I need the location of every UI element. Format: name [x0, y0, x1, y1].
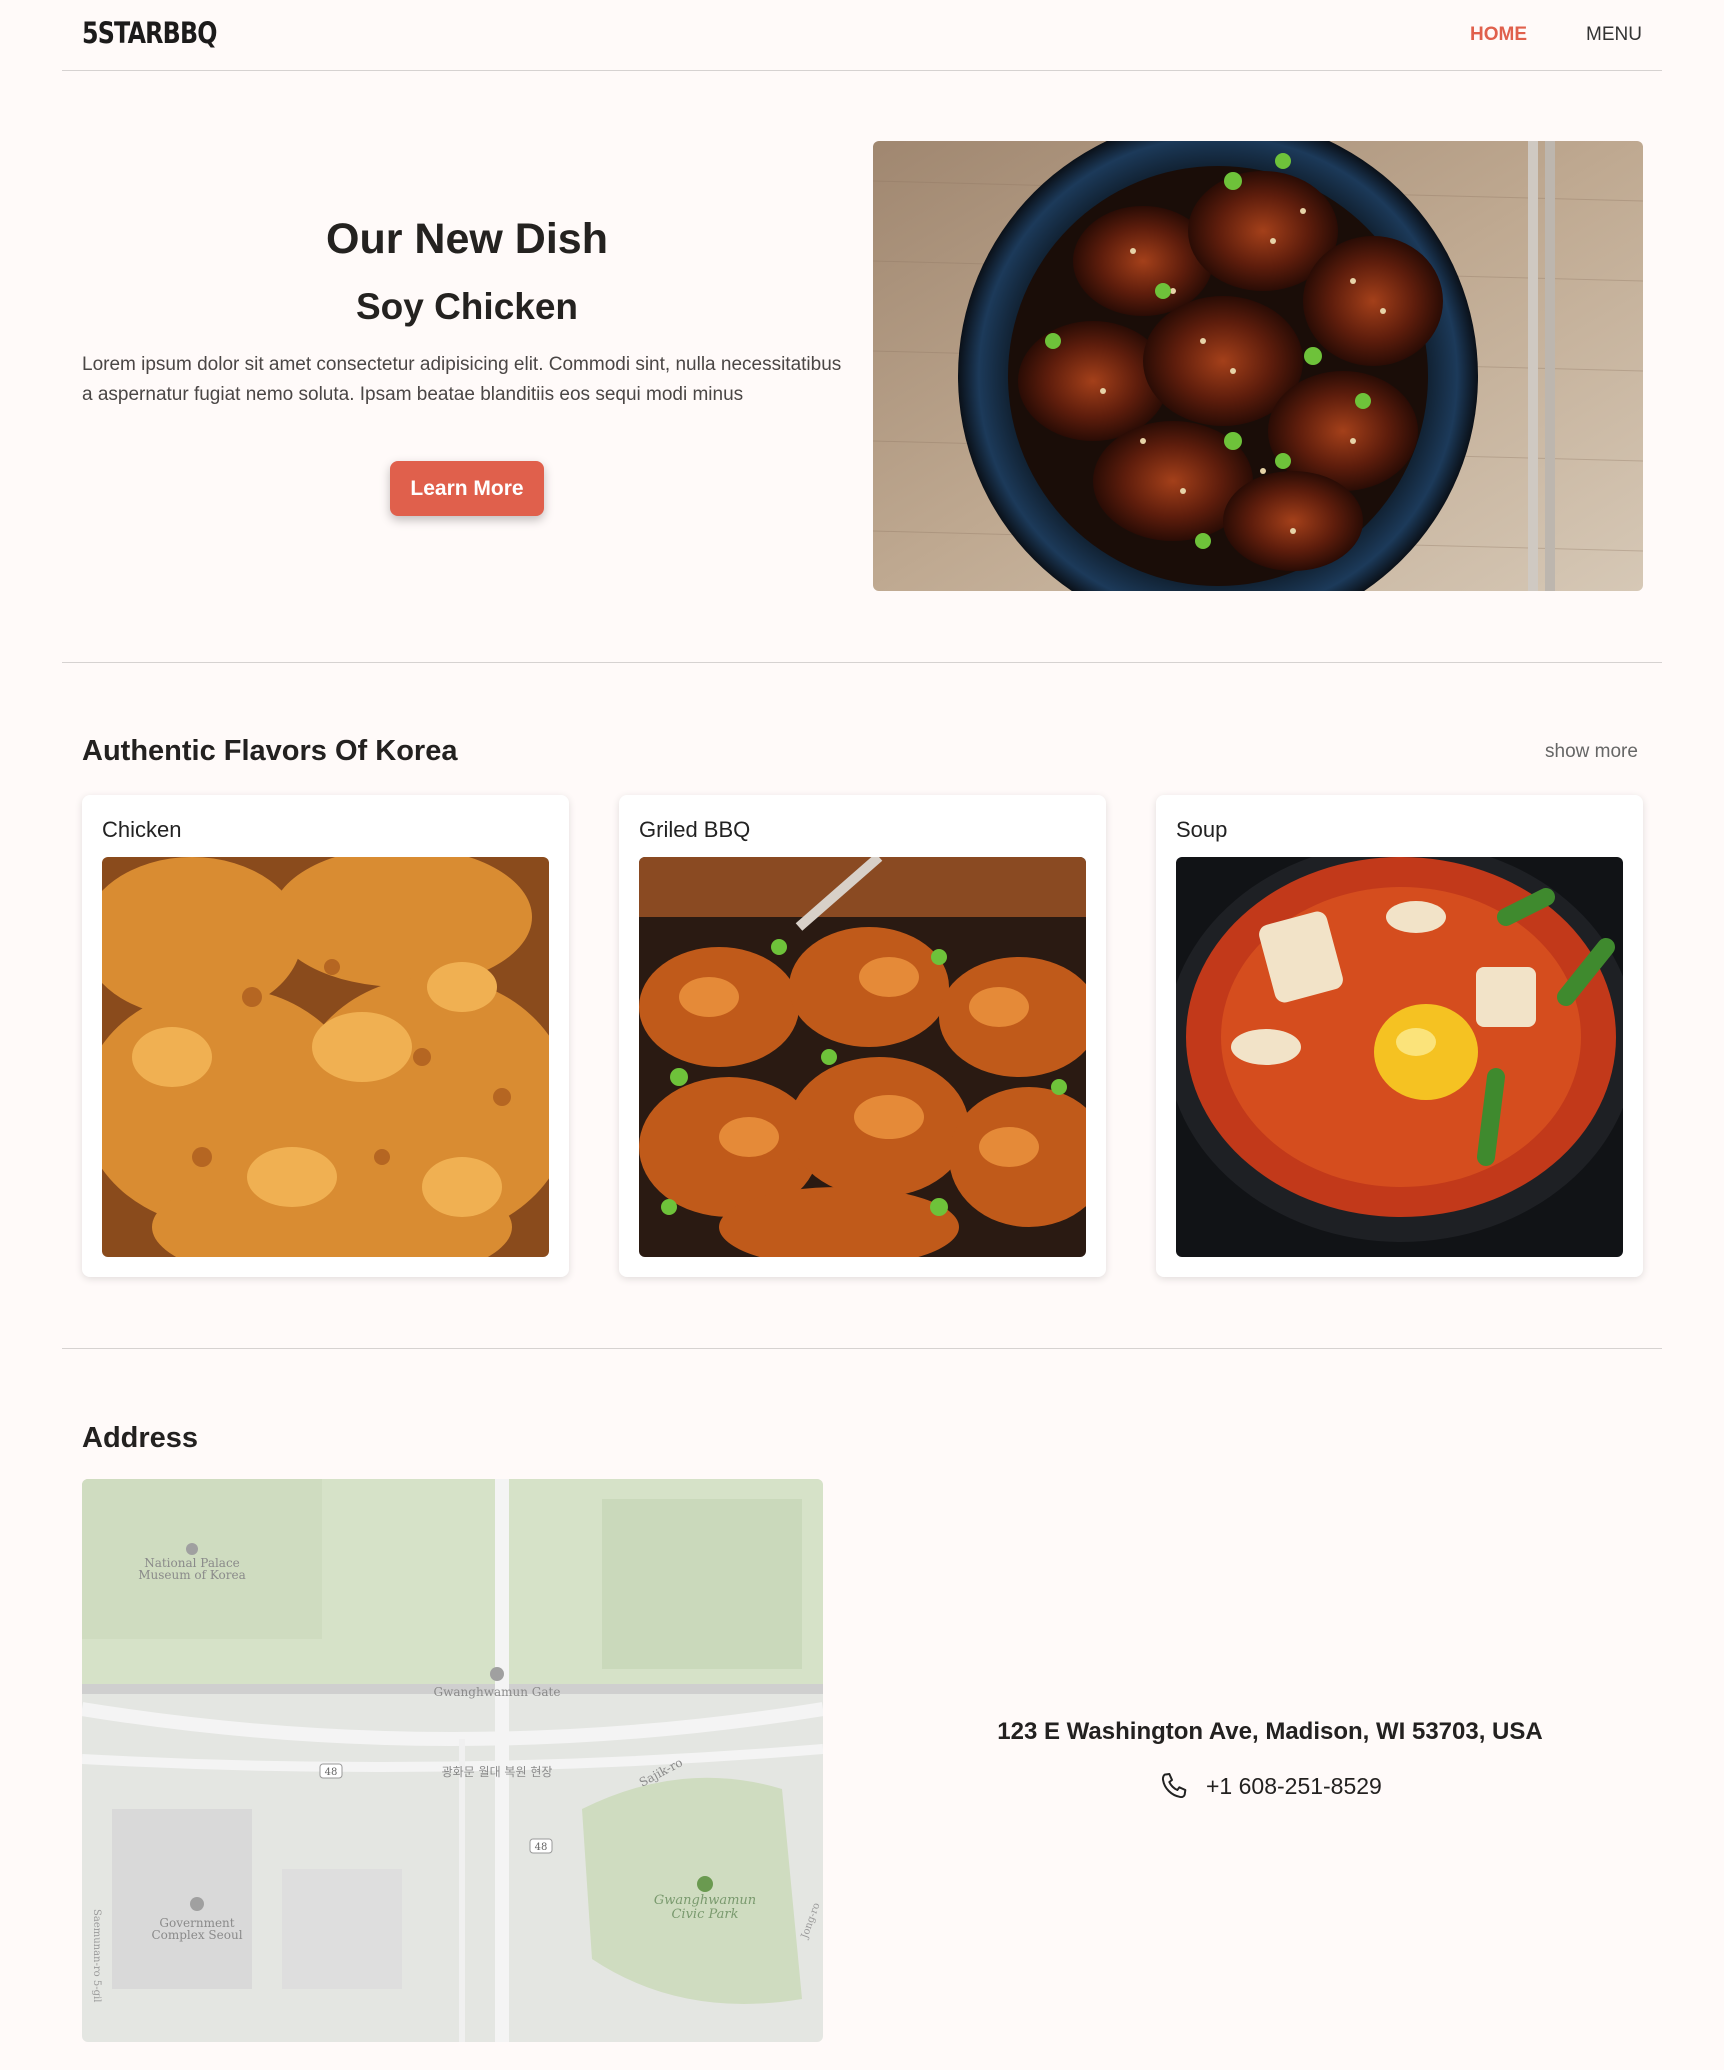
map-label: Complex Seoul: [151, 1928, 242, 1942]
soup-image: [1176, 857, 1623, 1257]
hero-description: Lorem ipsum dolor sit amet consectetur a…: [82, 354, 842, 405]
top-nav: 5STARBBQ HOME MENU: [62, 0, 1662, 71]
nav-home-link[interactable]: HOME: [1470, 24, 1527, 46]
phone-number[interactable]: +1 608-251-8529: [1206, 1773, 1382, 1800]
card-title: Griled BBQ: [639, 817, 751, 842]
hero-subtitle: Soy Chicken: [355, 286, 579, 327]
map-label: Gwanghwamun Gate: [434, 1685, 561, 1699]
card-griled-bbq[interactable]: Griled BBQ: [619, 795, 1106, 1277]
chicken-image: [102, 857, 549, 1257]
card-title: Soup: [1176, 817, 1228, 842]
learn-more-button[interactable]: Learn More: [390, 461, 544, 516]
map-label: Museum of Korea: [138, 1568, 246, 1582]
hero-title: Our New Dish: [326, 215, 608, 263]
section-divider: [62, 1348, 1662, 1349]
section-divider: [62, 662, 1662, 663]
address-title: Address: [82, 1422, 199, 1454]
griled-bbq-image: [639, 857, 1086, 1257]
soy-chicken-image: [873, 141, 1643, 591]
phone-icon: [1158, 1770, 1190, 1802]
map-label: Gwanghwamun: [654, 1893, 756, 1908]
nav-menu-link[interactable]: MENU: [1586, 24, 1642, 46]
site-logo[interactable]: 5STARBBQ: [82, 16, 217, 50]
card-title: Chicken: [102, 817, 182, 842]
map-label: Saemunan-ro 5-gil: [91, 1909, 102, 2002]
map-label: 광화문 월대 복원 현장: [442, 1765, 553, 1779]
card-soup[interactable]: Soup: [1156, 795, 1643, 1277]
phone-row[interactable]: +1 608-251-8529: [1158, 1770, 1382, 1802]
map-route-badge: 48: [535, 1842, 548, 1853]
location-map[interactable]: National Palace Museum of Korea Gwanghwa…: [82, 1479, 823, 2042]
page: 5STARBBQ HOME MENU Our New Dish Soy Chic…: [0, 0, 1724, 2070]
address-text: 123 E Washington Ave, Madison, WI 53703,…: [997, 1718, 1543, 1745]
flavors-title: Authentic Flavors Of Korea: [82, 735, 458, 767]
map-label: Civic Park: [671, 1907, 738, 1922]
show-more-link[interactable]: show more: [1545, 741, 1638, 763]
card-chicken[interactable]: Chicken: [82, 795, 569, 1277]
map-route-badge: 48: [325, 1767, 338, 1778]
